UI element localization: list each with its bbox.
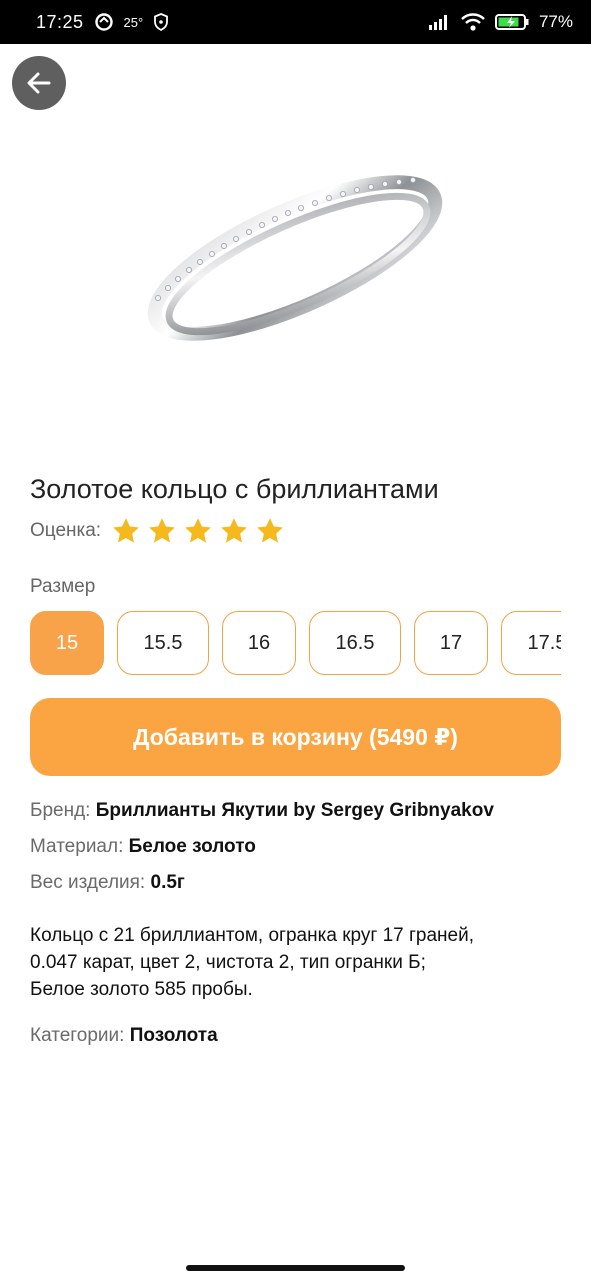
product-description: Кольцо с 21 бриллиантом, огранка круг 17… [30, 922, 560, 1003]
arrow-left-icon [25, 69, 53, 97]
product-title: Золотое кольцо с бриллиантами [30, 474, 439, 504]
star-icon [255, 516, 285, 546]
battery-icon [494, 13, 529, 31]
description-line: 0.047 карат, цвет 2, чистота 2, тип огра… [30, 952, 426, 973]
size-option-15-5[interactable]: 15.5 [117, 611, 209, 675]
weight-value: 0.5г [150, 872, 185, 893]
product-rating: Оценка: [30, 516, 285, 546]
battery-percent: 77% [538, 12, 573, 31]
rating-label: Оценка: [30, 520, 102, 541]
description-line: Кольцо с 21 бриллиантом, огранка круг 17… [30, 925, 474, 946]
add-to-cart-button[interactable]: Добавить в корзину (5490 ₽) [30, 698, 561, 776]
size-selector: 15 15.5 16 16.5 17 17.5 [30, 611, 561, 675]
size-label: Размер [30, 576, 96, 597]
material-value: Белое золото [128, 836, 256, 857]
material-key: Материал: [30, 836, 124, 857]
ring-illustration [147, 175, 443, 341]
rating-stars [111, 516, 285, 546]
data-saver-icon [94, 12, 114, 32]
product-image [120, 140, 470, 370]
star-icon [183, 516, 213, 546]
star-icon [147, 516, 177, 546]
back-button[interactable] [12, 56, 66, 110]
categories-row: Категории: Позолота [30, 1025, 218, 1047]
status-bar: 17:25 25° 77% [0, 0, 591, 44]
material-row: Материал: Белое золото [30, 836, 256, 858]
star-icon [111, 516, 141, 546]
status-temperature: 25° [123, 14, 144, 30]
brand-value: Бриллианты Якутии by Sergey Gribnyakov [95, 800, 494, 821]
size-option-17[interactable]: 17 [414, 611, 488, 675]
star-icon [219, 516, 249, 546]
brand-row: Бренд: Бриллианты Якутии by Sergey Gribn… [30, 800, 494, 822]
size-option-16[interactable]: 16 [222, 611, 296, 675]
size-option-15[interactable]: 15 [30, 611, 104, 675]
size-option-17-5[interactable]: 17.5 [501, 611, 561, 675]
wifi-icon [461, 13, 485, 31]
brand-key: Бренд: [30, 800, 91, 821]
status-time: 17:25 [36, 11, 84, 32]
categories-value[interactable]: Позолота [130, 1025, 218, 1046]
description-line: Белое золото 585 пробы. [30, 979, 253, 1000]
home-indicator[interactable] [186, 1265, 405, 1271]
size-option-16-5[interactable]: 16.5 [309, 611, 401, 675]
weight-key: Вес изделия: [30, 872, 146, 893]
weight-row: Вес изделия: 0.5г [30, 872, 185, 894]
signal-icon [428, 14, 451, 30]
categories-key: Категории: [30, 1025, 125, 1046]
shield-icon [153, 13, 169, 31]
